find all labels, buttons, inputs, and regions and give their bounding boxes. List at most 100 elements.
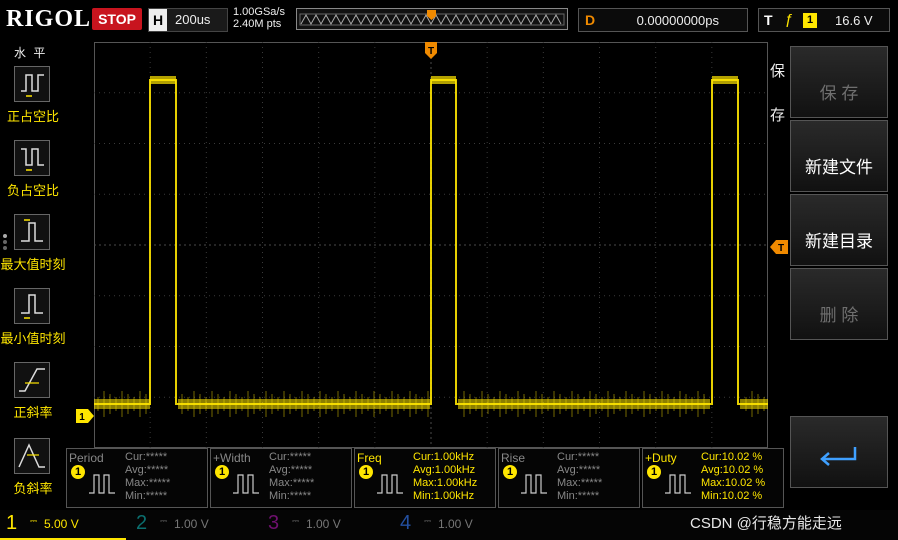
trace-high-band — [431, 76, 456, 84]
horizontal-timebase[interactable]: H 200us — [148, 8, 228, 32]
left-menu-min-time[interactable]: 最小值时刻 — [0, 288, 66, 360]
graticule — [94, 42, 768, 448]
left-menu-negative-duty[interactable]: 负占空比 — [0, 140, 66, 212]
measurement-values: Cur:***** Avg:***** Max:***** Min:***** — [125, 451, 170, 503]
channel-marker-label: 1 — [79, 412, 85, 423]
measurement-cur: Cur:***** — [269, 451, 312, 463]
channel-scale: 1.00 V — [306, 517, 341, 531]
new-folder-button[interactable]: 新建目录 — [790, 194, 888, 266]
new-folder-button-label: 新建目录 — [805, 232, 873, 251]
left-menu-positive-slope[interactable]: 正斜率 — [0, 362, 66, 434]
trigger-position-label: T — [428, 46, 434, 57]
trace-high-band — [712, 76, 738, 84]
left-menu-label: 正斜率 — [13, 405, 53, 420]
measurement-cur: Cur:***** — [125, 451, 168, 463]
left-menu-title: 水 平 — [14, 46, 48, 60]
channel-1-offset-marker[interactable]: 1 — [76, 409, 94, 423]
delay-value: 0.00000000ps — [636, 13, 719, 28]
left-menu-label: 正占空比 — [6, 109, 59, 124]
right-menu-title-2: 存 — [770, 107, 786, 124]
trace-high-band — [150, 76, 176, 84]
measurement-name: Period — [69, 451, 104, 465]
memory-overview-bar[interactable] — [296, 8, 568, 30]
back-button[interactable] — [790, 416, 888, 488]
delete-button[interactable]: 删 除 — [790, 268, 888, 340]
waveform-display[interactable] — [94, 42, 768, 448]
return-arrow-icon — [820, 447, 857, 466]
channel-number: 4 — [400, 512, 412, 534]
measurement-min: Min:***** — [269, 490, 312, 502]
memory-depth: 2.40M pts — [233, 18, 282, 30]
delay-label: D — [585, 12, 596, 28]
measurement-source-badge: 1 — [647, 465, 661, 479]
measurement-values: Cur:***** Avg:***** Max:***** Min:***** — [269, 451, 314, 503]
top-status-bar: RIGOL STOP H 200us 1.00GSa/s 2.40M pts D… — [0, 0, 898, 40]
channel-1-trace — [94, 79, 768, 405]
measurement-min: Min:10.02 % — [701, 490, 763, 502]
trigger-level-label: T — [778, 243, 784, 254]
dc-coupling-icon: ⎓ — [424, 516, 432, 526]
measurement-source-badge: 1 — [503, 465, 517, 479]
channel-number: 1 — [6, 512, 18, 534]
dc-coupling-icon: ⎓ — [292, 516, 300, 526]
right-menu-title-1: 保 — [770, 63, 786, 80]
rising-edge-icon: ƒ — [785, 11, 794, 28]
right-menu-title: 保 存 — [770, 50, 790, 138]
measurement-icon — [89, 474, 115, 494]
trigger-position-marker[interactable]: T — [424, 42, 438, 60]
trigger-level-marker[interactable]: T — [770, 240, 788, 254]
new-file-button[interactable]: 新建文件 — [790, 120, 888, 192]
negative-slope-icon — [14, 438, 50, 474]
measurement-icon — [521, 474, 547, 494]
left-menu-label: 最小值时刻 — [0, 331, 66, 346]
measurement-2[interactable]: Freq 1 Cur:1.00kHz Avg:1.00kHz Max:1.00kHz Mi… — [354, 448, 496, 508]
measurement-name: +Width — [213, 451, 251, 465]
dc-coupling-icon: ⎓ — [30, 516, 38, 526]
trigger-display[interactable]: T ƒ 1 16.6 V — [758, 8, 890, 32]
watermark: CSDN @行稳方能走远 — [690, 515, 842, 532]
run-stop-status[interactable]: STOP — [92, 8, 142, 30]
measurement-values: Cur:10.02 % Avg:10.02 % Max:10.02 % Min:10.… — [701, 451, 765, 503]
left-menu-negative-slope[interactable]: 负斜率 — [0, 438, 66, 510]
measurement-avg: Avg:10.02 % — [701, 464, 764, 476]
measurement-cur: Cur:1.00kHz — [413, 451, 475, 463]
measurement-icon — [665, 474, 691, 494]
trigger-source-badge: 1 — [803, 13, 817, 28]
delay-display[interactable]: D 0.00000000ps — [578, 8, 748, 32]
measurement-max: Max:***** — [557, 477, 603, 489]
measurement-name: Freq — [357, 451, 382, 465]
left-menu-positive-duty[interactable]: 正占空比 — [0, 66, 66, 138]
measurement-min: Min:***** — [557, 490, 600, 502]
measurement-cur: Cur:***** — [557, 451, 600, 463]
negative-duty-icon — [14, 140, 50, 176]
channel-scale: 1.00 V — [174, 517, 209, 531]
channel-scale: 5.00 V — [44, 517, 79, 531]
measurement-min: Min:***** — [125, 490, 168, 502]
channel-4-tab[interactable]: 4 ⎓ 1.00 V — [394, 512, 520, 538]
sample-rate: 1.00GSa/s — [233, 6, 285, 18]
save-button[interactable]: 保 存 — [790, 46, 888, 118]
channel-3-tab[interactable]: 3 ⎓ 1.00 V — [262, 512, 388, 538]
measurement-0[interactable]: Period 1 Cur:***** Avg:***** Max:***** Min:**… — [66, 448, 208, 508]
trigger-label: T — [764, 12, 773, 28]
channel-1-tab[interactable]: 1 ⎓ 5.00 V — [0, 512, 126, 540]
measurement-3[interactable]: Rise 1 Cur:***** Avg:***** Max:***** Min:****… — [498, 448, 640, 508]
measurement-icon — [233, 474, 259, 494]
measurement-source-badge: 1 — [215, 465, 229, 479]
channel-2-tab[interactable]: 2 ⎓ 1.00 V — [130, 512, 256, 538]
memory-overview-waveform — [299, 10, 565, 26]
sampling-info: 1.00GSa/s 2.40M pts — [233, 6, 285, 30]
measurement-max: Max:1.00kHz — [413, 477, 478, 489]
left-menu-max-time[interactable]: 最大值时刻 — [0, 214, 66, 286]
measurement-icon — [377, 474, 403, 494]
measurement-4[interactable]: +Duty 1 Cur:10.02 % Avg:10.02 % Max:10.02 % M… — [642, 448, 784, 508]
measurement-1[interactable]: +Width 1 Cur:***** Avg:***** Max:***** Min:**… — [210, 448, 352, 508]
measurement-max: Max:***** — [125, 477, 171, 489]
measurement-name: +Duty — [645, 451, 677, 465]
measurement-min: Min:1.00kHz — [413, 490, 475, 502]
measurement-avg: Avg:***** — [557, 464, 601, 476]
max-time-icon — [14, 214, 50, 250]
brand-logo: RIGOL — [6, 6, 92, 32]
measurement-avg: Avg:***** — [269, 464, 313, 476]
delete-button-label: 删 除 — [819, 306, 859, 325]
